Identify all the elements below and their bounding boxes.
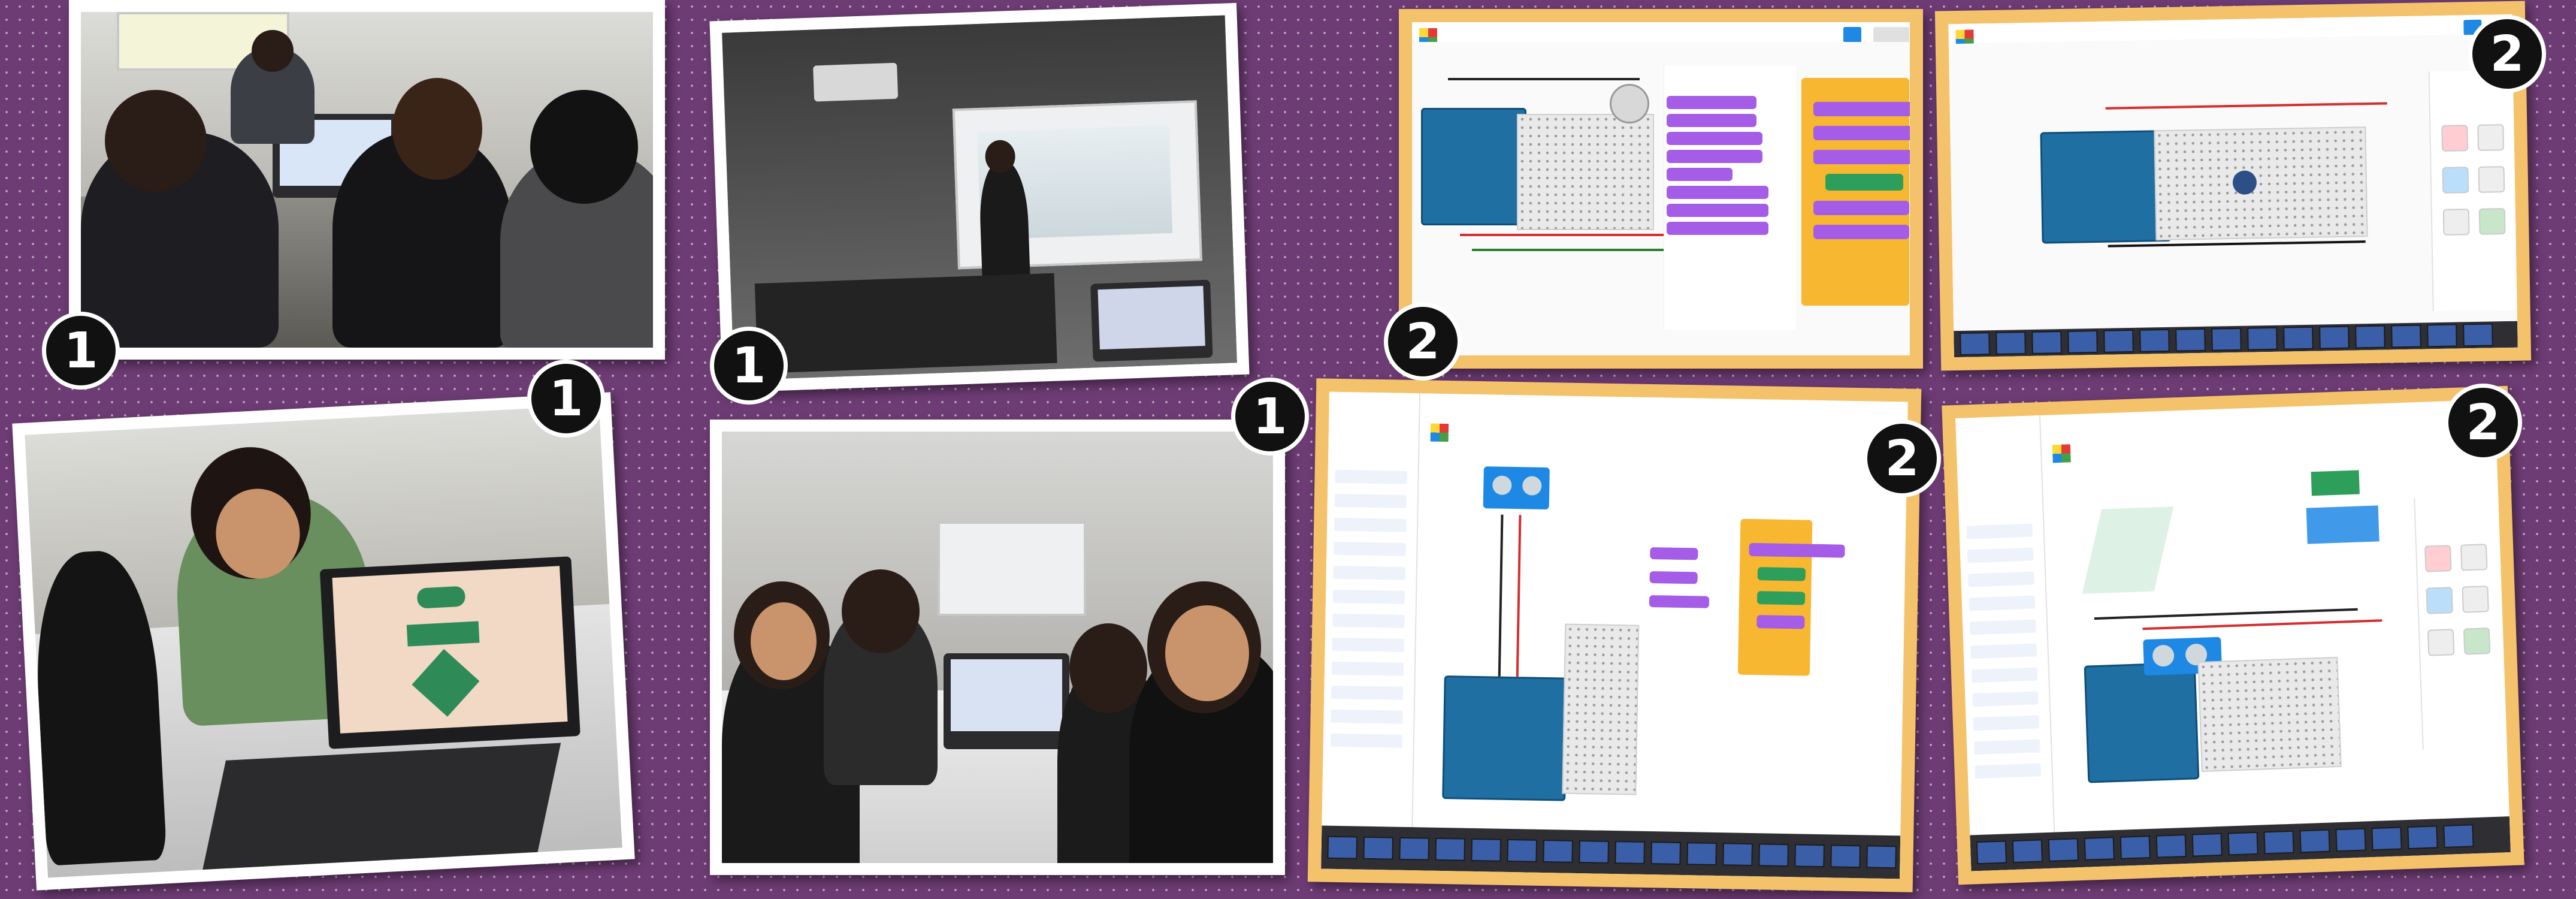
- number-badge: 1: [527, 360, 605, 438]
- screenshot-tinkercad-ultrasonic: [1307, 378, 1922, 892]
- photo-group-smiling: [710, 420, 1285, 875]
- tinkercad-window: [1948, 14, 2518, 358]
- number-badge: 1: [1231, 378, 1309, 455]
- photo-scene: [722, 15, 1237, 381]
- tinkercad-logo-icon: [2052, 444, 2071, 463]
- tinkercad-window: [1412, 22, 1910, 355]
- photo-scene: [81, 12, 653, 348]
- arduino-board-icon: [1442, 675, 1568, 801]
- number-badge: 2: [2468, 15, 2546, 93]
- tinkercad-window: [1955, 399, 2511, 871]
- arduino-board-icon: [2084, 662, 2200, 783]
- photo-students-laptops: [69, 0, 665, 360]
- number-badge: 2: [2444, 384, 2522, 461]
- number-badge: 2: [1384, 303, 1462, 381]
- number-badge: 1: [710, 327, 788, 405]
- photo-student-flowchart: [12, 392, 635, 891]
- photo-scene: [722, 432, 1273, 863]
- number-badge: 2: [1863, 420, 1941, 497]
- screenshot-tinkercad-blocks: [1399, 9, 1923, 369]
- chat-panel: [1321, 391, 1420, 871]
- arduino-board-icon: [1421, 108, 1526, 226]
- screenshot-tinkercad-sensor: [1942, 385, 2524, 885]
- number-badge: 1: [42, 312, 120, 390]
- chat-panel: [1955, 415, 2057, 871]
- collage: 1 1 1 1 2 2 2 2: [0, 0, 2576, 899]
- arduino-board-icon: [2040, 130, 2172, 244]
- tinkercad-logo-icon: [1430, 423, 1449, 442]
- screenshot-tinkercad-circuit: [1934, 1, 2532, 371]
- photo-instructor-projection: [709, 2, 1250, 393]
- tinkercad-window: [1321, 391, 1908, 879]
- photo-scene: [25, 405, 622, 878]
